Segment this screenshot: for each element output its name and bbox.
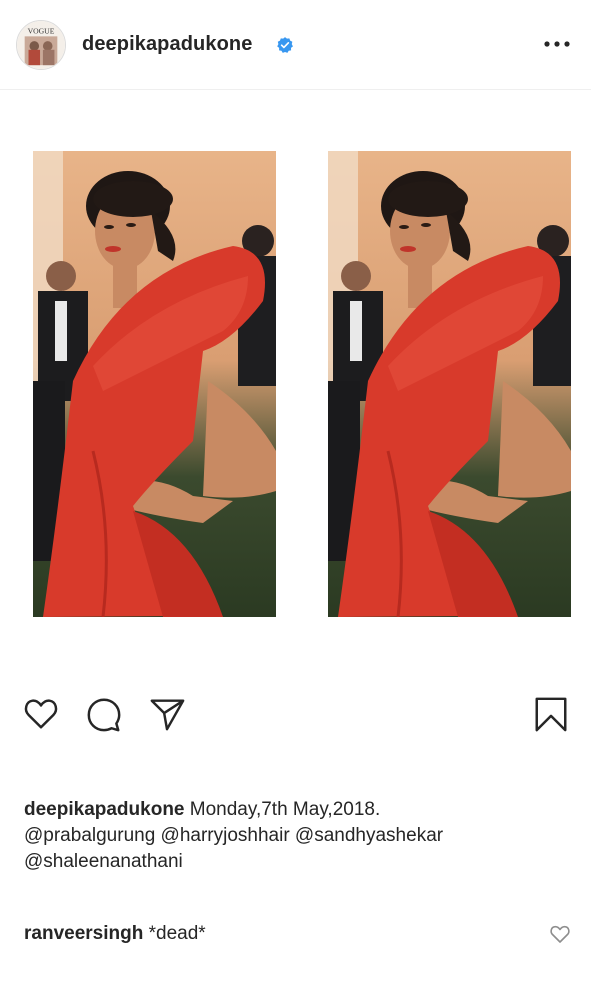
like-button[interactable] xyxy=(21,692,61,736)
action-bar xyxy=(0,692,591,742)
avatar[interactable]: VOGUE xyxy=(16,20,66,70)
post-photo-right[interactable] xyxy=(328,151,571,617)
comment-username[interactable]: ranveersingh xyxy=(24,923,143,944)
photo-right-image xyxy=(328,151,571,617)
comment-text: *dead* xyxy=(143,923,206,944)
avatar-logo-text: VOGUE xyxy=(28,26,55,35)
post-header: VOGUE deepikapadukone xyxy=(0,0,591,90)
caption-username[interactable]: deepikapadukone xyxy=(24,799,185,820)
heart-outline-icon xyxy=(24,699,58,729)
comment-row: ranveersingh *dead* xyxy=(24,921,569,947)
post-username[interactable]: deepikapadukone xyxy=(82,33,252,56)
paper-plane-icon xyxy=(150,699,185,731)
caption-text: Monday,7th May,2018. xyxy=(184,799,381,820)
caption-mentions-2[interactable]: @shaleenanathani xyxy=(24,849,569,875)
post-caption: deepikapadukone Monday,7th May,2018. @pr… xyxy=(24,797,569,875)
share-button[interactable] xyxy=(147,692,187,736)
more-horizontal-icon[interactable] xyxy=(542,34,572,54)
bookmark-icon xyxy=(535,697,567,732)
post-photo-left[interactable] xyxy=(33,151,276,617)
comment-heart-icon[interactable] xyxy=(549,923,571,945)
comment-bubble-icon xyxy=(87,698,121,732)
caption-mentions[interactable]: @prabalgurung @harryjoshhair @sandhyashe… xyxy=(24,823,569,849)
header-divider xyxy=(0,89,591,90)
avatar-image: VOGUE xyxy=(17,21,65,69)
verified-badge-icon xyxy=(277,37,293,53)
comment-button[interactable] xyxy=(84,692,124,736)
photo-left-image xyxy=(33,151,276,617)
save-button[interactable] xyxy=(531,692,571,736)
caption-line-1: deepikapadukone Monday,7th May,2018. xyxy=(24,797,569,823)
